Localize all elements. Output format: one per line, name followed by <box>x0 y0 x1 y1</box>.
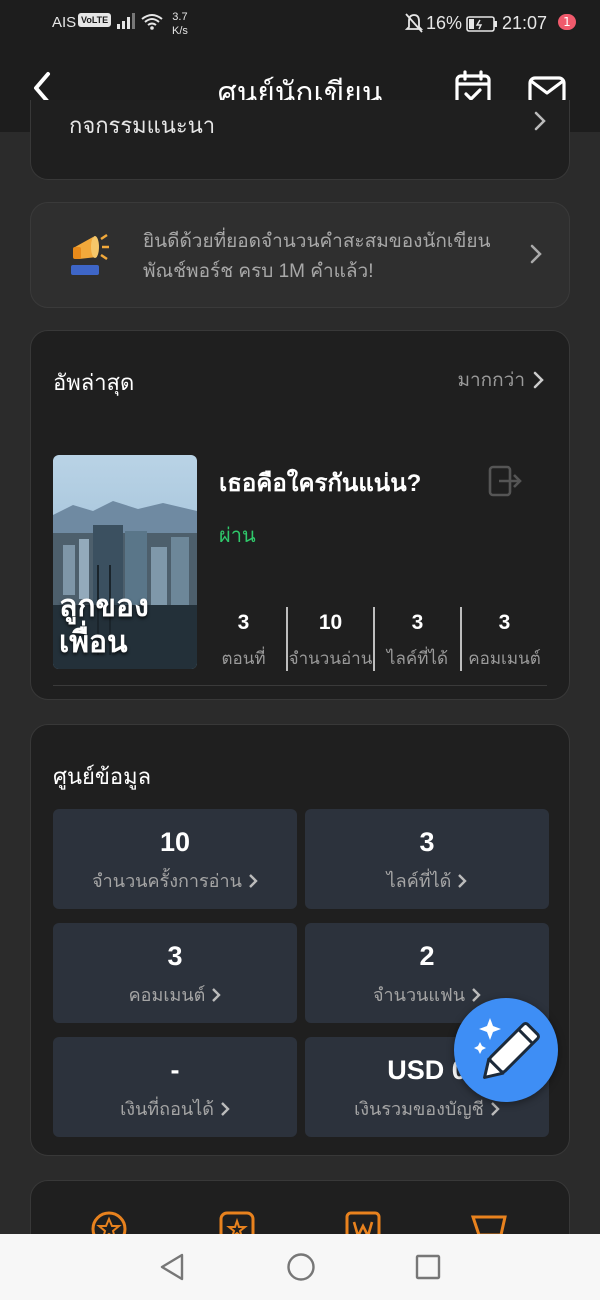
tile-label-text: ไลค์ที่ได้ <box>386 871 452 891</box>
network-speed: 3.7 K/s <box>172 10 188 38</box>
battery-percent: 16% <box>426 13 463 33</box>
tile-value: 3 <box>167 941 183 971</box>
volte-badge: VoLTE <box>78 13 112 27</box>
speed-value: 3.7 <box>172 11 188 23</box>
book-cover[interactable]: ลูกของเพื่อน <box>53 455 197 669</box>
tile-label: เงินที่ถอนได้ <box>53 1094 297 1123</box>
more-link-label: มากกว่า <box>457 370 525 391</box>
nav-recent-apps-icon[interactable] <box>414 1253 442 1281</box>
chevron-right-icon <box>212 987 222 1002</box>
book-stats: 3 ตอนที่ 10 จำนวนอ่าน 3 ไลค์ที่ได้ 3 คอม… <box>201 607 547 671</box>
book-title[interactable]: เธอคือใครกันแน่น? <box>219 463 421 502</box>
tile-label: ไลค์ที่ได้ <box>305 866 549 895</box>
system-nav-bar <box>0 1234 600 1300</box>
tile-label-text: จำนวนแฟน <box>372 985 466 1005</box>
tile-label: คอมเมนต์ <box>53 980 297 1009</box>
tile-value: 3 <box>419 827 435 857</box>
activity-label: กิจกรรมแนะนำ <box>69 113 216 138</box>
stat-label: คอมเมนต์ <box>468 649 541 668</box>
section-title-updates: อัพล่าสุด <box>53 370 135 395</box>
stat-value: 3 <box>498 611 511 634</box>
chevron-right-icon <box>249 873 258 888</box>
stat-label: จำนวนอ่าน <box>288 649 373 668</box>
stat-value: 3 <box>411 611 424 634</box>
megaphone-icon <box>71 233 109 275</box>
nav-back-icon[interactable] <box>158 1252 186 1282</box>
wifi-icon <box>140 12 164 35</box>
chevron-right-icon <box>530 244 542 264</box>
clock: 21:07 <box>502 13 548 33</box>
write-fab-button[interactable] <box>454 998 558 1102</box>
stat-comments: 3 คอมเมนต์ <box>460 607 547 671</box>
carrier-label: AIS <box>52 14 77 31</box>
magic-pencil-icon <box>474 1018 540 1079</box>
announcement-text: ยินดีด้วยที่ยอดจำนวนคำสะสมของนักเขียน พั… <box>143 231 491 282</box>
tile-value: 2 <box>419 941 435 971</box>
mail-badge: 1 <box>556 12 578 32</box>
tile-likes[interactable]: 3 ไลค์ที่ได้ <box>305 809 549 909</box>
mute-bell-icon <box>404 12 424 39</box>
tile-label: จำนวนครั้งการอ่าน <box>53 866 297 895</box>
tile-label-text: คอมเมนต์ <box>128 985 206 1005</box>
signal-icon <box>116 12 136 35</box>
more-link[interactable]: มากกว่า <box>457 365 545 395</box>
stat-likes: 3 ไลค์ที่ได้ <box>373 607 460 671</box>
tile-read-count[interactable]: 10 จำนวนครั้งการอ่าน <box>53 809 297 909</box>
tile-withdrawable[interactable]: - เงินที่ถอนได้ <box>53 1037 297 1137</box>
book-status: ผ่าน <box>219 525 256 547</box>
stat-label: ไลค์ที่ได้ <box>386 649 449 668</box>
chevron-right-icon <box>534 111 546 131</box>
recommended-activities-card[interactable]: กิจกรรมแนะนำ <box>30 100 570 180</box>
divider <box>53 685 547 686</box>
chevron-right-icon <box>491 1101 500 1116</box>
latest-updates-card: อัพล่าสุด มากกว่า ลูกของเพื่อน เธอคือใคร… <box>30 330 570 700</box>
section-title-data: ศูนย์ข้อมูล <box>53 764 152 789</box>
nav-home-icon[interactable] <box>286 1252 316 1282</box>
stat-label: ตอนที่ <box>221 649 266 668</box>
exit-icon[interactable] <box>487 465 523 497</box>
tile-value: 10 <box>159 827 191 857</box>
announcement-card[interactable]: ยินดีด้วยที่ยอดจำนวนคำสะสมของนักเขียน พั… <box>30 202 570 308</box>
stat-value: 3 <box>237 611 250 634</box>
tile-comments[interactable]: 3 คอมเมนต์ <box>53 923 297 1023</box>
stat-episodes: 3 ตอนที่ <box>201 607 286 671</box>
chevron-right-icon <box>533 371 544 389</box>
stat-reads: 10 จำนวนอ่าน <box>286 607 373 671</box>
tile-label-text: จำนวนครั้งการอ่าน <box>92 871 242 891</box>
tile-value: - <box>170 1055 180 1085</box>
stat-value: 10 <box>318 611 343 634</box>
status-bar: AIS VoLTE 3.7 K/s 16% 21:07 <box>0 0 600 50</box>
chevron-right-icon <box>221 1101 230 1116</box>
cover-title: ลูกของเพื่อน <box>59 590 149 659</box>
chevron-right-icon <box>458 873 468 888</box>
tile-label-text: เงินที่ถอนได้ <box>120 1099 214 1119</box>
battery-icon <box>466 16 498 37</box>
speed-unit: K/s <box>172 25 188 37</box>
